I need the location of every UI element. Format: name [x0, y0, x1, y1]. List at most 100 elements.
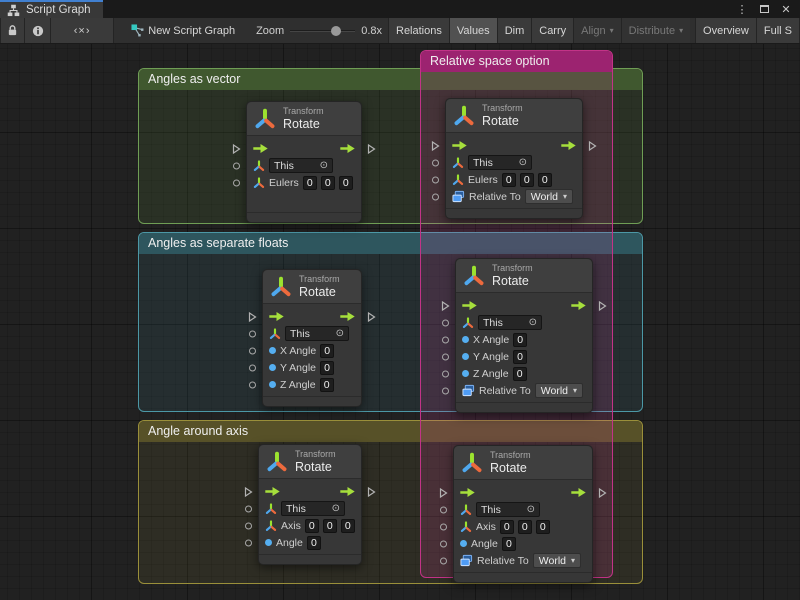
carry-toggle[interactable]: Carry — [531, 18, 573, 43]
value-field[interactable]: 0 — [513, 333, 527, 347]
value-field-y[interactable]: 0 — [518, 520, 532, 534]
flow-arrow-icon[interactable] — [253, 144, 268, 153]
value-field-x[interactable]: 0 — [502, 173, 516, 187]
zoom-slider[interactable] — [290, 18, 355, 43]
flow-input-port[interactable] — [244, 486, 253, 497]
value-field-z[interactable]: 0 — [538, 173, 552, 187]
relative-to-dropdown[interactable]: World ▾ — [525, 189, 573, 204]
value-input-port[interactable] — [442, 387, 449, 394]
value-field-y[interactable]: 0 — [520, 173, 534, 187]
value-input-port[interactable] — [432, 159, 439, 166]
value-input-port[interactable] — [440, 523, 447, 530]
value-input-port[interactable] — [442, 336, 449, 343]
node-transform-rotate[interactable]: Transform Rotate This ⊙ — [262, 269, 362, 407]
value-field[interactable]: 0 — [513, 367, 527, 381]
group-title[interactable]: Relative space option — [421, 51, 612, 72]
window-menu-button[interactable]: ⋮ — [734, 1, 750, 17]
fullscreen-button[interactable]: Full S — [756, 18, 800, 43]
value-field-z[interactable]: 0 — [341, 519, 355, 533]
node-transform-rotate[interactable]: Transform Rotate This ⊙ — [246, 101, 362, 223]
node-header[interactable]: Transform Rotate — [454, 446, 592, 480]
values-toggle[interactable]: Values — [449, 18, 497, 43]
this-field[interactable]: This ⊙ — [476, 502, 540, 517]
value-field[interactable]: 0 — [320, 344, 334, 358]
value-field[interactable]: 0 — [307, 536, 321, 550]
value-input-port[interactable] — [442, 353, 449, 360]
flow-output-port[interactable] — [367, 486, 376, 497]
maximize-button[interactable] — [756, 1, 772, 17]
flow-input-port[interactable] — [439, 487, 448, 498]
flow-arrow-icon[interactable] — [571, 488, 586, 497]
value-input-port[interactable] — [442, 370, 449, 377]
value-field-z[interactable]: 0 — [536, 520, 550, 534]
node-header[interactable]: Transform Rotate — [263, 270, 361, 304]
zoom-slider-track[interactable] — [290, 30, 355, 32]
flow-arrow-icon[interactable] — [340, 144, 355, 153]
flow-output-port[interactable] — [367, 143, 376, 154]
flow-arrow-icon[interactable] — [340, 487, 355, 496]
value-input-port[interactable] — [249, 364, 256, 371]
value-field-z[interactable]: 0 — [339, 176, 353, 190]
value-input-port[interactable] — [245, 522, 252, 529]
flow-input-port[interactable] — [248, 311, 257, 322]
this-field[interactable]: This ⊙ — [478, 315, 542, 330]
value-field-y[interactable]: 0 — [321, 176, 335, 190]
value-field[interactable]: 0 — [320, 361, 334, 375]
relative-to-dropdown[interactable]: World ▾ — [533, 553, 581, 568]
flow-input-port[interactable] — [232, 143, 241, 154]
flow-output-port[interactable] — [598, 300, 607, 311]
value-field-x[interactable]: 0 — [500, 520, 514, 534]
flow-arrow-icon[interactable] — [561, 141, 576, 150]
value-field[interactable]: 0 — [320, 378, 334, 392]
lock-button[interactable] — [0, 18, 24, 43]
flow-arrow-icon[interactable] — [452, 141, 467, 150]
flow-arrow-icon[interactable] — [462, 301, 477, 310]
value-input-port[interactable] — [249, 347, 256, 354]
value-input-port[interactable] — [432, 176, 439, 183]
flow-arrow-icon[interactable] — [571, 301, 586, 310]
flow-arrow-icon[interactable] — [269, 312, 284, 321]
value-field-y[interactable]: 0 — [323, 519, 337, 533]
value-field-x[interactable]: 0 — [303, 176, 317, 190]
flow-output-port[interactable] — [367, 311, 376, 322]
value-input-port[interactable] — [440, 506, 447, 513]
value-input-port[interactable] — [249, 330, 256, 337]
flow-arrow-icon[interactable] — [460, 488, 475, 497]
value-input-port[interactable] — [432, 193, 439, 200]
value-field[interactable]: 0 — [513, 350, 527, 364]
node-transform-rotate[interactable]: Transform Rotate This ⊙ — [258, 444, 362, 565]
value-input-port[interactable] — [440, 540, 447, 547]
flow-output-port[interactable] — [588, 140, 597, 151]
relations-toggle[interactable]: Relations — [388, 18, 449, 43]
info-button[interactable] — [24, 18, 50, 43]
node-header[interactable]: Transform Rotate — [446, 99, 582, 133]
align-dropdown[interactable]: Align ▾ — [573, 18, 620, 43]
node-header[interactable]: Transform Rotate — [259, 445, 361, 479]
node-transform-rotate[interactable]: Transform Rotate This ⊙ — [453, 445, 593, 583]
value-field[interactable]: 0 — [502, 537, 516, 551]
flow-output-port[interactable] — [598, 487, 607, 498]
value-field-x[interactable]: 0 — [305, 519, 319, 533]
node-header[interactable]: Transform Rotate — [456, 259, 592, 293]
tab-script-graph[interactable]: Script Graph — [0, 0, 103, 18]
value-input-port[interactable] — [442, 319, 449, 326]
value-input-port[interactable] — [249, 381, 256, 388]
this-field[interactable]: This ⊙ — [285, 326, 349, 341]
value-input-port[interactable] — [440, 557, 447, 564]
flow-arrow-icon[interactable] — [340, 312, 355, 321]
value-input-port[interactable] — [233, 162, 240, 169]
value-input-port[interactable] — [233, 179, 240, 186]
zoom-slider-handle[interactable] — [331, 26, 341, 36]
value-input-port[interactable] — [245, 539, 252, 546]
this-field[interactable]: This ⊙ — [269, 158, 333, 173]
overview-button[interactable]: Overview — [695, 18, 756, 43]
code-preview-button[interactable]: ‹×› — [50, 18, 113, 43]
dim-toggle[interactable]: Dim — [497, 18, 532, 43]
flow-input-port[interactable] — [441, 300, 450, 311]
new-script-graph-button[interactable]: New Script Graph — [124, 18, 242, 43]
value-input-port[interactable] — [245, 505, 252, 512]
close-button[interactable]: ✕ — [778, 1, 794, 17]
distribute-dropdown[interactable]: Distribute ▾ — [621, 18, 690, 43]
node-transform-rotate[interactable]: Transform Rotate This ⊙ — [445, 98, 583, 219]
graph-canvas[interactable]: Angles as vector Angles as separate floa… — [0, 44, 800, 600]
